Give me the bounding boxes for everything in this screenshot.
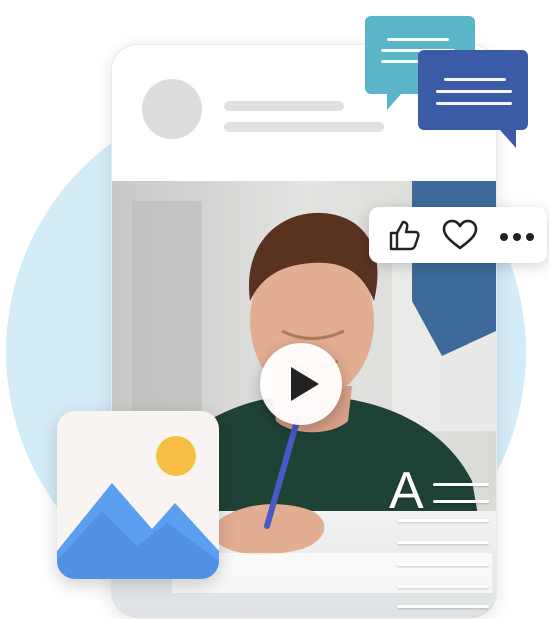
avatar [142,79,202,139]
chat-bubble-navy [418,50,528,148]
image-placeholder-card [57,411,219,579]
thumbs-up-icon[interactable] [387,219,421,256]
caption-placeholder-line [224,122,384,132]
reaction-bar [369,207,547,263]
image-icon [57,436,219,579]
social-media-illustration: A [0,0,549,619]
more-options-icon[interactable] [499,229,535,247]
heart-icon[interactable] [441,219,479,256]
play-button[interactable] [260,343,342,425]
username-placeholder-line [224,101,344,111]
text-format-icon: A [389,465,489,615]
text-letter: A [389,462,424,520]
